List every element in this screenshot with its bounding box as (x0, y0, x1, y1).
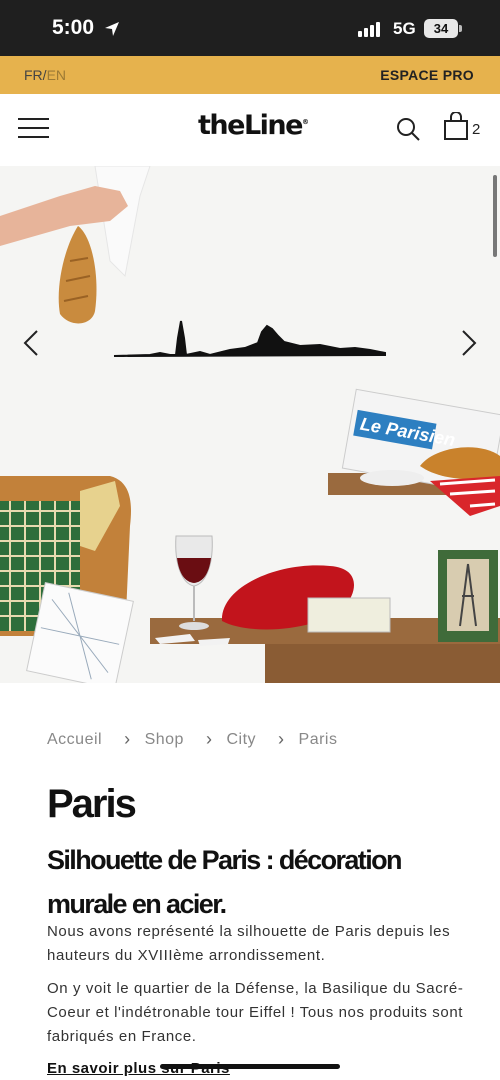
network-type: 5G (393, 19, 416, 38)
lang-fr[interactable]: FR (24, 67, 43, 83)
hero-carousel: Le Parisien (0, 166, 500, 683)
home-indicator[interactable] (160, 1064, 340, 1069)
chevron-right-icon: › (124, 729, 131, 749)
battery-icon: 34 (424, 19, 458, 38)
chevron-right-icon: › (205, 729, 213, 749)
page-title: Paris (47, 782, 137, 826)
search-icon[interactable] (395, 116, 421, 142)
status-bar: 5:00 5G 34 (0, 0, 500, 56)
signal-icon (358, 22, 380, 37)
battery-tip (459, 25, 462, 32)
cart-count: 2 (472, 121, 481, 138)
menu-icon[interactable] (18, 118, 49, 140)
site-header: theLine® 2 (0, 94, 500, 166)
lang-en[interactable]: EN (47, 67, 66, 83)
breadcrumb-accueil[interactable]: Accueil (47, 731, 102, 749)
cart-icon[interactable] (443, 112, 469, 140)
hero-image: Le Parisien (0, 166, 500, 683)
language-switcher: FR/EN (24, 67, 66, 83)
site-logo[interactable]: theLine® (198, 110, 309, 141)
top-bar: FR/EN ESPACE PRO (0, 56, 500, 94)
chevron-right-icon: › (278, 729, 285, 749)
breadcrumb-city[interactable]: City (226, 731, 256, 749)
breadcrumb-shop[interactable]: Shop (145, 731, 184, 749)
breadcrumb: Accueil › Shop › City › Paris (47, 729, 337, 750)
breadcrumb-paris[interactable]: Paris (299, 731, 338, 749)
status-time: 5:00 (52, 16, 95, 39)
espace-pro-link[interactable]: ESPACE PRO (380, 67, 474, 83)
page-subtitle: Silhouette de Paris : décoration murale … (47, 845, 402, 919)
description-paragraph-2: On y voit le quartier de la Défense, la … (47, 980, 464, 1045)
carousel-next-button[interactable] (453, 323, 483, 363)
scrollbar[interactable] (493, 175, 497, 257)
location-arrow-icon (104, 21, 120, 42)
carousel-prev-button[interactable] (17, 323, 47, 363)
description-paragraph-1: Nous avons représenté la silhouette de P… (47, 923, 451, 964)
logo-text: theLine (198, 110, 303, 141)
